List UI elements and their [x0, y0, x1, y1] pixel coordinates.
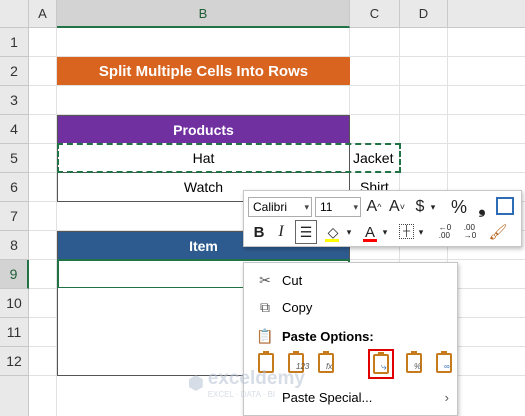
paste-formatting-icon[interactable]: %	[402, 349, 428, 379]
exceldemy-watermark: ⬢ exceldemy EXCEL · DATA · BI	[188, 368, 305, 399]
paste-formulas-icon[interactable]: fx	[314, 349, 340, 379]
row-header-10[interactable]: 10	[0, 289, 29, 318]
copy-marquee	[57, 143, 401, 173]
paste-transpose-icon[interactable]: ⤷	[368, 349, 394, 379]
comma-style-icon[interactable]: ❟	[474, 196, 490, 218]
menu-item-cut-label: Cut	[282, 272, 303, 288]
format-table-icon[interactable]	[496, 197, 514, 215]
chevron-down-icon: ▾	[304, 202, 309, 212]
row-header-3[interactable]: 3	[0, 86, 29, 115]
font-color-letter: A	[364, 223, 375, 241]
italic-button[interactable]: I	[274, 221, 288, 243]
column-header-d[interactable]: D	[400, 0, 448, 28]
column-header-b[interactable]: B	[57, 0, 350, 28]
font-name-dropdown[interactable]: Calibri ▾	[248, 197, 312, 217]
row-header-13[interactable]	[0, 376, 29, 416]
font-name-value: Calibri	[253, 200, 288, 214]
format-painter-icon[interactable]: 🖌	[488, 221, 508, 243]
row-header-4[interactable]: 4	[0, 115, 29, 144]
percent-style-icon[interactable]: %	[448, 196, 470, 218]
decrease-decimal-icon[interactable]: .00 →0	[459, 221, 481, 243]
font-size-dropdown[interactable]: 11 ▾	[315, 197, 361, 217]
chevron-down-icon[interactable]: ▾	[344, 224, 354, 240]
borders-icon[interactable]: ┼	[399, 224, 414, 239]
row-header-8[interactable]: 8	[0, 231, 29, 260]
gridline	[29, 85, 525, 86]
align-center-icon[interactable]: ☰	[295, 220, 317, 244]
scissors-icon: ✂	[259, 271, 271, 288]
chevron-right-icon: ›	[444, 389, 449, 405]
chevron-down-icon: ▾	[353, 202, 358, 212]
sheet-title[interactable]: Split Multiple Cells Into Rows	[57, 57, 350, 85]
chevron-down-icon[interactable]: ▾	[416, 224, 426, 240]
row-header-11[interactable]: 11	[0, 318, 29, 347]
menu-item-cut[interactable]: ✂ Cut	[244, 267, 457, 293]
column-header-a[interactable]: A	[29, 0, 57, 28]
clipboard-icon: 📋	[256, 327, 274, 344]
select-all-corner[interactable]	[0, 0, 29, 28]
fill-color-icon[interactable]: ◇	[322, 221, 344, 243]
font-color-icon[interactable]: A	[361, 221, 379, 243]
row-header-2[interactable]: 2	[0, 57, 29, 86]
paste-link-icon[interactable]: ∞	[432, 349, 458, 379]
decrease-font-size-icon[interactable]: A ˅	[387, 196, 407, 218]
row-header-7[interactable]: 7	[0, 202, 29, 231]
mini-toolbar: Calibri ▾ 11 ▾ A ^ A ˅ $ ▾ % ❟ B I ☰ ◇ ▾ A…	[243, 190, 522, 247]
products-header[interactable]: Products	[57, 115, 350, 144]
menu-item-copy[interactable]: ⧉ Copy	[244, 294, 457, 320]
row-header-6[interactable]: 6	[0, 173, 29, 202]
column-header-e[interactable]	[448, 0, 525, 28]
bold-button[interactable]: B	[250, 221, 268, 243]
row-header-9[interactable]: 9	[0, 260, 29, 289]
row-header-12[interactable]: 12	[0, 347, 29, 376]
paste-options-heading: 📋 Paste Options:	[244, 323, 457, 349]
currency-format-icon[interactable]: $	[412, 196, 428, 218]
menu-item-copy-label: Copy	[282, 299, 313, 315]
increase-decimal-icon[interactable]: ←0.00	[434, 221, 456, 243]
font-size-value: 11	[320, 200, 333, 214]
column-header-c[interactable]: C	[350, 0, 400, 28]
row-header-5[interactable]: 5	[0, 144, 29, 173]
row-header-1[interactable]: 1	[0, 28, 29, 57]
copy-icon: ⧉	[260, 298, 270, 315]
paste-options-label: Paste Options:	[282, 328, 374, 344]
chevron-down-icon[interactable]: ▾	[380, 224, 390, 240]
exceldemy-logo-icon: ⬢	[188, 373, 204, 393]
watermark-tagline: EXCEL · DATA · BI	[207, 390, 276, 399]
increase-font-size-icon[interactable]: A ^	[364, 196, 384, 218]
watermark-name: exceldemy	[207, 368, 305, 389]
chevron-down-icon[interactable]: ▾	[428, 199, 438, 215]
